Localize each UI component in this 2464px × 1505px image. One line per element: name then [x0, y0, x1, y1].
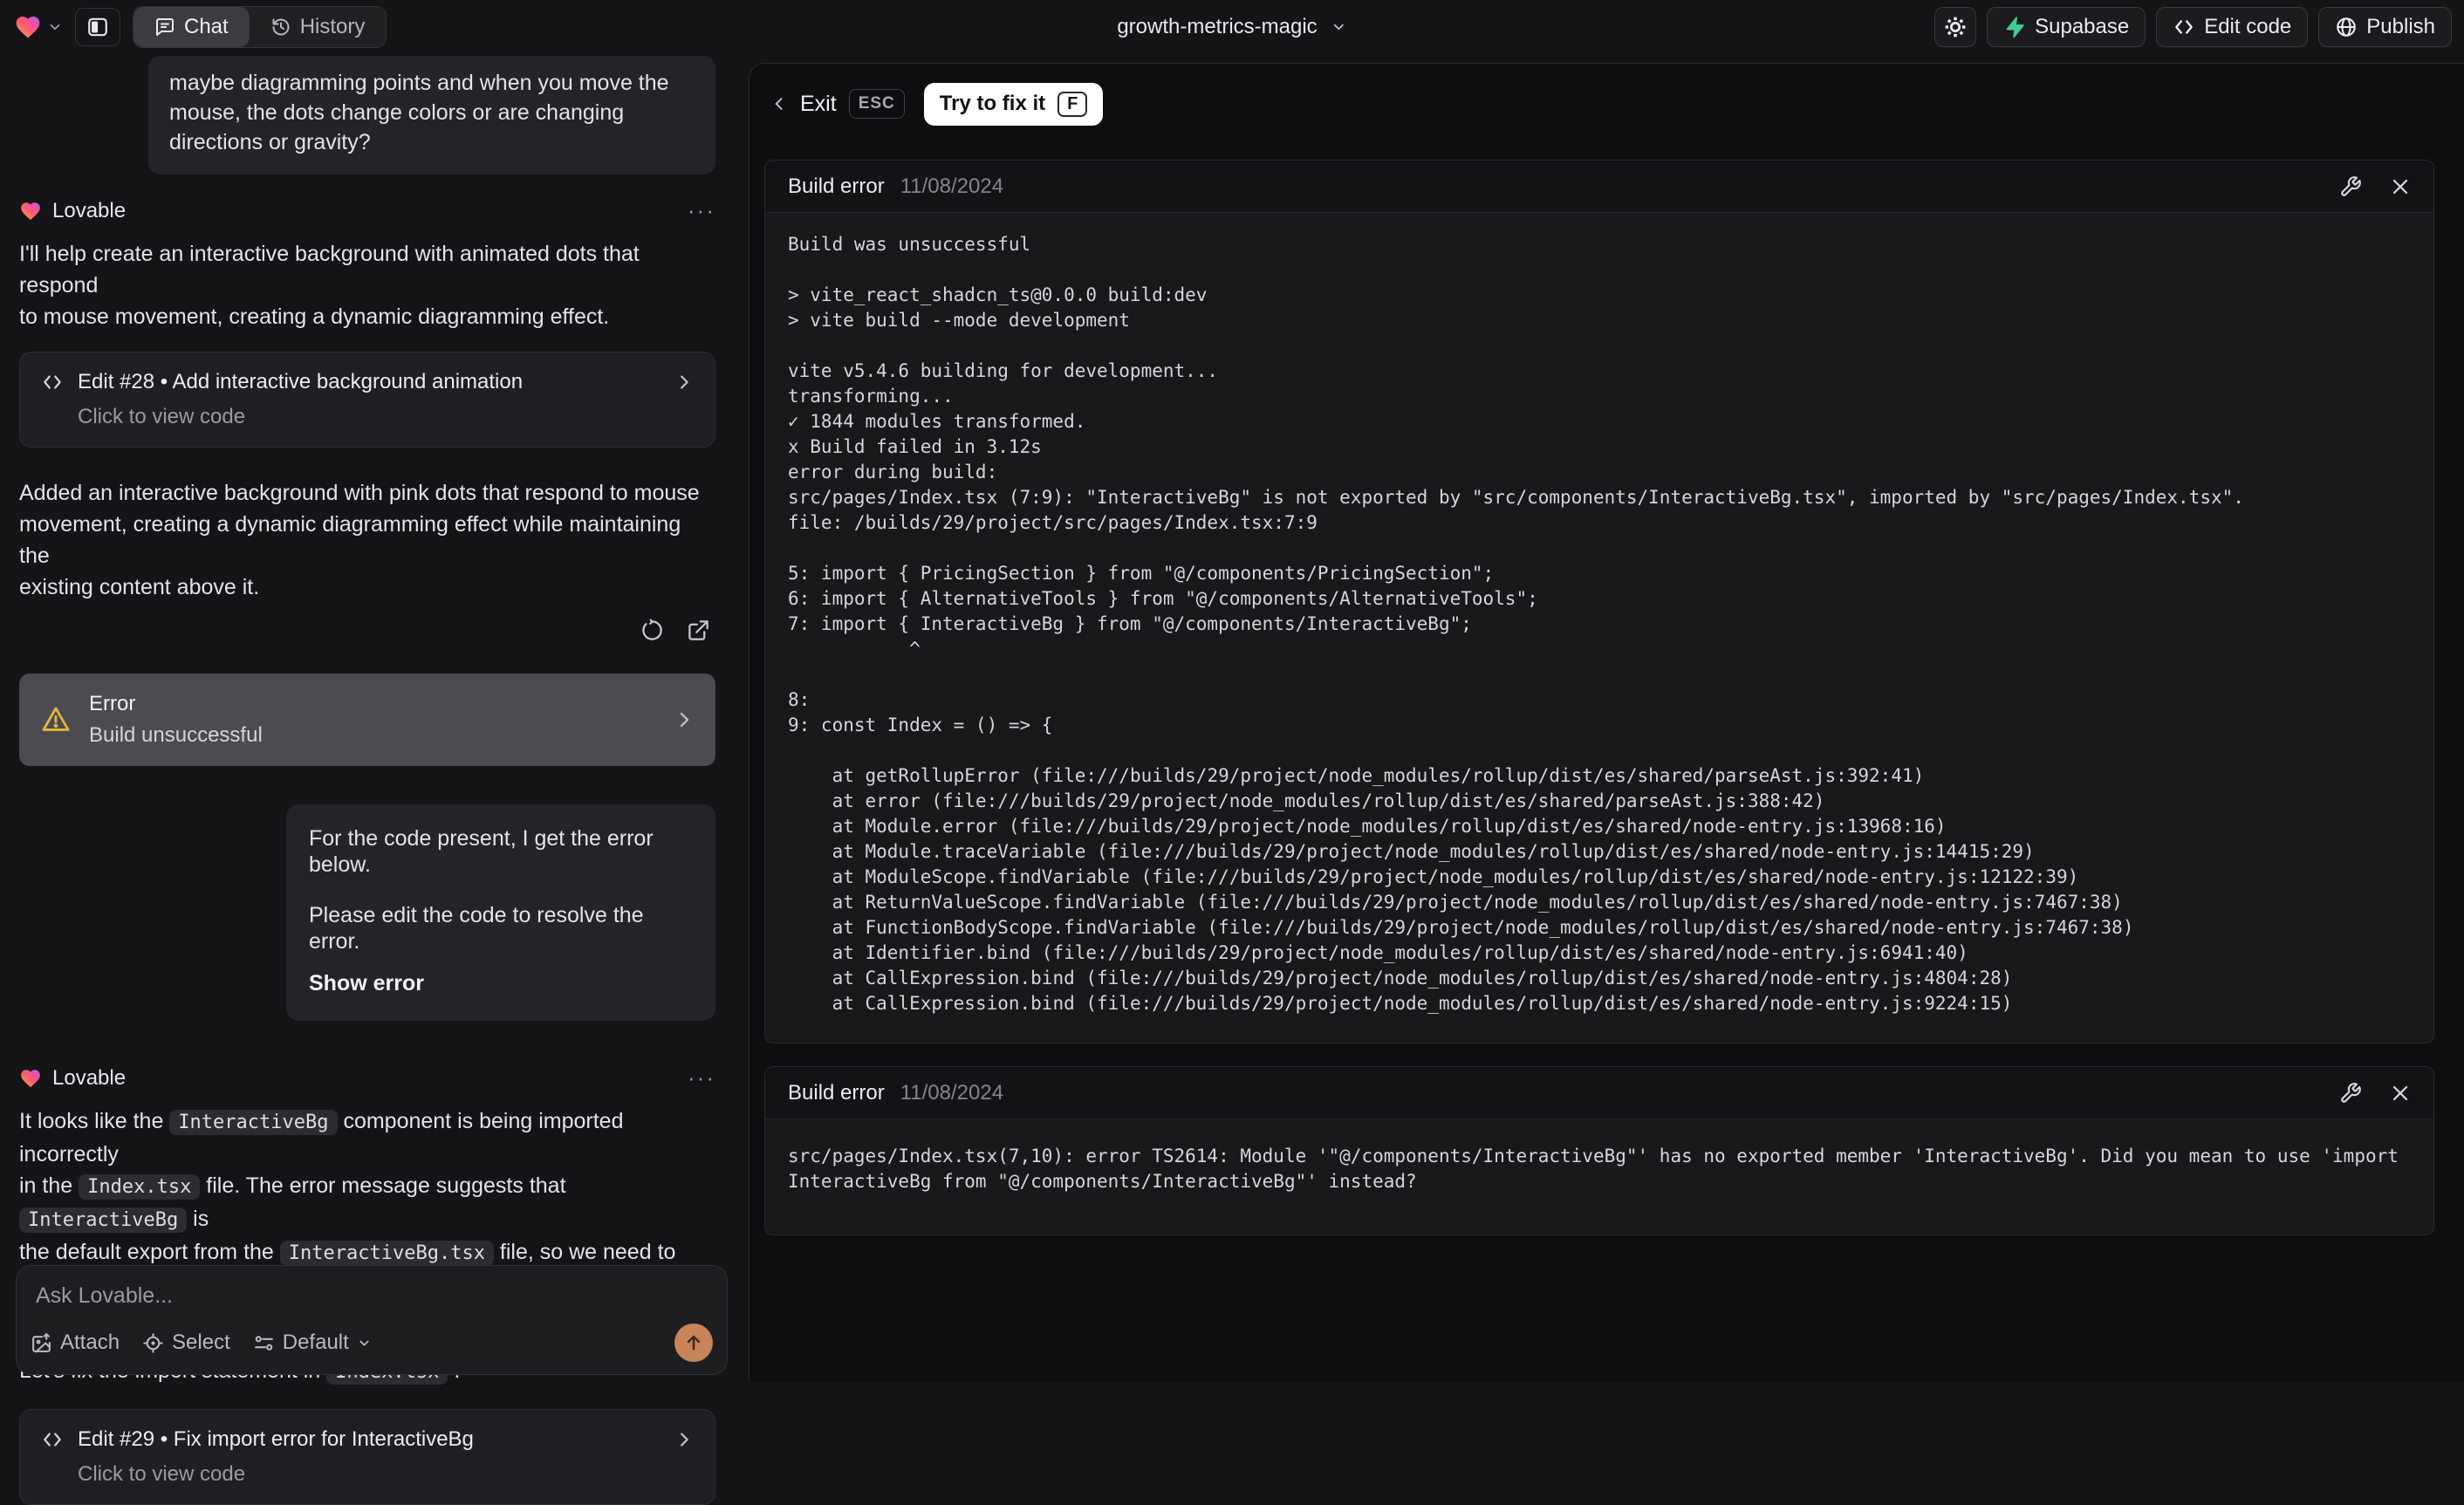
error-card-subtitle: Build unsuccessful: [89, 723, 263, 747]
mode-select[interactable]: Default: [253, 1331, 372, 1355]
chat-bubble-icon: [154, 17, 175, 38]
try-to-fix-label: Try to fix it: [939, 92, 1046, 115]
project-name: growth-metrics-magic: [1117, 15, 1318, 38]
message-options-button[interactable]: ···: [688, 1064, 715, 1091]
close-icon[interactable]: [2390, 176, 2411, 197]
supabase-button[interactable]: Supabase: [1987, 7, 2146, 47]
topbar: Chat History growth-metrics-magic Supaba…: [0, 0, 2464, 54]
assistant-header: Lovable ···: [19, 1064, 715, 1091]
edit-card-29[interactable]: Edit #29 • Fix import error for Interact…: [19, 1409, 715, 1505]
code-brackets-icon: [41, 1428, 64, 1451]
build-error-panel-2: Build error 11/08/2024 src/pages/Index.t…: [764, 1066, 2434, 1235]
message-actions: [19, 619, 715, 642]
chevron-down-icon: [47, 19, 63, 35]
chevron-down-icon: [1331, 19, 1347, 35]
user-message-line: For the code present, I get the error be…: [309, 826, 654, 877]
user-message-line: Please edit the code to resolve the erro…: [309, 903, 644, 954]
chevron-down-icon: [357, 1336, 372, 1351]
attach-button[interactable]: Attach: [31, 1331, 120, 1355]
panel-date: 11/08/2024: [900, 1080, 1004, 1105]
build-log: src/pages/Index.tsx(7,10): error TS2614:…: [788, 1146, 2410, 1192]
chat-history-switch: Chat History: [133, 6, 387, 48]
assistant-name: Lovable: [52, 1065, 127, 1090]
edit-card-28[interactable]: Edit #28 • Add interactive background an…: [19, 352, 715, 448]
exit-label: Exit: [800, 91, 837, 116]
assistant-message: Added an interactive background with pin…: [19, 481, 700, 599]
chat-panel: maybe diagramming points and when you mo…: [0, 54, 738, 1505]
supabase-bolt-icon: [2003, 16, 2026, 38]
edit-card-subtitle: Click to view code: [78, 1462, 246, 1486]
assistant-header: Lovable ···: [19, 197, 715, 224]
mode-label: Default: [282, 1331, 349, 1354]
arrow-up-icon: [683, 1332, 704, 1353]
panel-title: Build error: [788, 174, 885, 198]
fix-wrench-icon[interactable]: [2339, 1082, 2362, 1105]
send-button[interactable]: [674, 1324, 713, 1362]
restore-version-icon[interactable]: [640, 619, 664, 642]
edit-code-button[interactable]: Edit code: [2156, 7, 2309, 47]
f-shortcut-badge: F: [1057, 91, 1088, 117]
message-options-button[interactable]: ···: [688, 197, 715, 224]
lovable-logo-menu[interactable]: [14, 13, 63, 41]
panel-date: 11/08/2024: [900, 174, 1004, 198]
esc-shortcut-badge: ESC: [848, 89, 905, 119]
panel-title: Build error: [788, 1080, 885, 1105]
composer: Ask Lovable... Attach Select Default: [16, 1265, 728, 1375]
fix-wrench-icon[interactable]: [2339, 175, 2362, 198]
warning-triangle-icon: [40, 704, 72, 735]
edit-card-subtitle: Click to view code: [78, 405, 246, 428]
open-preview-icon[interactable]: [687, 619, 710, 642]
error-card-title: Error: [89, 692, 136, 715]
attach-image-icon: [31, 1332, 52, 1354]
lovable-avatar-heart-icon: [19, 200, 42, 222]
sidebar-toggle-button[interactable]: [75, 8, 120, 46]
select-target-icon: [142, 1332, 164, 1354]
select-label: Select: [172, 1331, 230, 1354]
publish-label: Publish: [2366, 15, 2435, 38]
code-brackets-icon: [41, 371, 64, 393]
user-message: maybe diagramming points and when you mo…: [148, 56, 715, 174]
gear-icon: [1943, 15, 1968, 39]
panel-header: Build error 11/08/2024: [765, 1067, 2433, 1119]
edit-card-title: Edit #28 • Add interactive background an…: [78, 370, 524, 393]
lovable-avatar-heart-icon: [19, 1067, 42, 1090]
sliders-icon: [253, 1332, 275, 1354]
code-brackets-icon: [2173, 16, 2195, 38]
assistant-message: I'll help create an interactive backgrou…: [19, 242, 640, 329]
chevron-right-icon: [674, 373, 694, 392]
assistant-name: Lovable: [52, 198, 127, 222]
sidebar-panel-icon: [86, 16, 109, 38]
tab-chat-label: Chat: [184, 15, 229, 38]
overlay-header: Exit ESC Try to fix it F: [749, 64, 2464, 127]
build-error-card[interactable]: Error Build unsuccessful: [19, 674, 715, 766]
settings-button[interactable]: [1934, 7, 1977, 47]
chevron-left-icon: [770, 95, 788, 113]
exit-button[interactable]: Exit ESC: [770, 89, 905, 119]
supabase-label: Supabase: [2035, 15, 2130, 38]
build-error-panel-1: Build error 11/08/2024 Build was unsucce…: [764, 160, 2434, 1043]
history-clock-icon: [270, 17, 291, 38]
chevron-right-icon: [674, 1430, 694, 1449]
error-overlay: Exit ESC Try to fix it F Build error 11/…: [749, 63, 2464, 1382]
chat-input[interactable]: Ask Lovable...: [36, 1283, 709, 1309]
tab-history[interactable]: History: [250, 7, 387, 47]
close-icon[interactable]: [2390, 1083, 2411, 1104]
panel-header: Build error 11/08/2024: [765, 161, 2433, 213]
user-message: For the code present, I get the error be…: [286, 804, 715, 1021]
attach-label: Attach: [60, 1331, 120, 1354]
select-button[interactable]: Select: [142, 1331, 230, 1355]
show-error-link[interactable]: Show error: [309, 970, 693, 996]
tab-history-label: History: [299, 15, 366, 38]
build-log: Build was unsuccessful > vite_react_shad…: [788, 234, 2244, 1014]
globe-icon: [2335, 16, 2358, 38]
edit-card-title: Edit #29 • Fix import error for Interact…: [78, 1427, 474, 1451]
chevron-right-icon: [674, 709, 695, 730]
tab-chat[interactable]: Chat: [133, 7, 250, 47]
lovable-heart-icon: [14, 13, 42, 41]
publish-button[interactable]: Publish: [2318, 7, 2452, 47]
project-switcher[interactable]: growth-metrics-magic: [1117, 0, 1346, 54]
edit-code-label: Edit code: [2204, 15, 2292, 38]
try-to-fix-button[interactable]: Try to fix it F: [923, 82, 1104, 126]
